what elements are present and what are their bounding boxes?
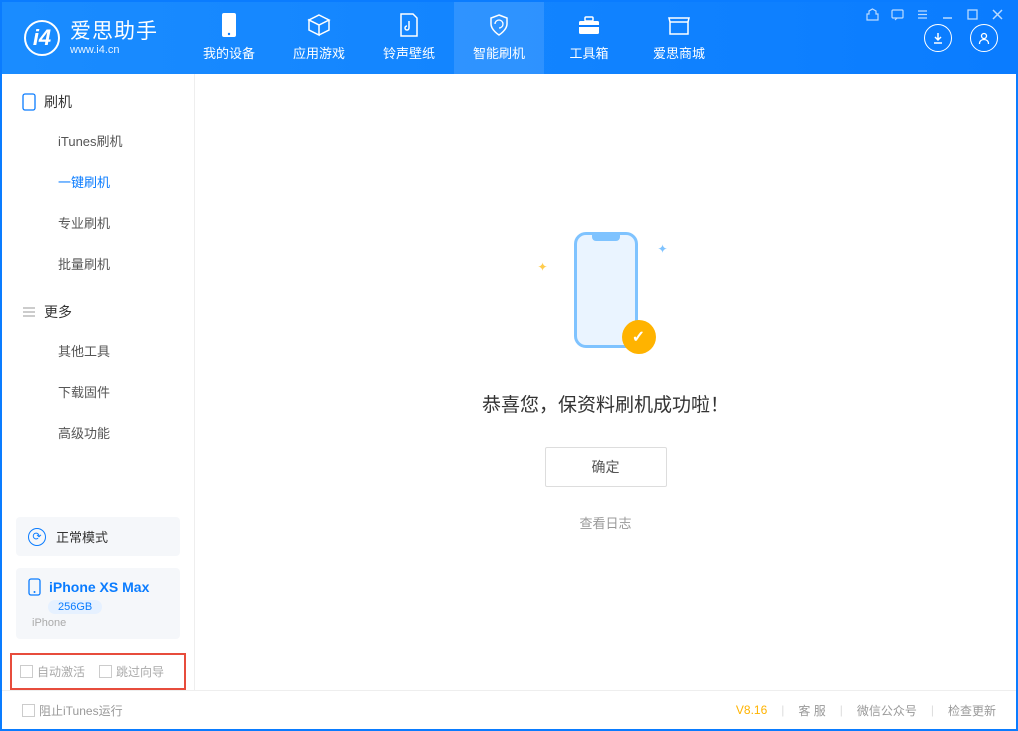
sparkle-icon: ✦ — [538, 260, 548, 274]
sidebar-section-flash: 刷机 — [22, 92, 194, 112]
list-icon — [22, 305, 36, 319]
sidebar-item-download-firmware[interactable]: 下载固件 — [22, 371, 194, 412]
sidebar-section-more: 更多 — [22, 302, 194, 322]
sidebar-item-pro-flash[interactable]: 专业刷机 — [22, 202, 194, 243]
logo-icon: i4 — [24, 20, 60, 56]
menu-icon[interactable] — [916, 8, 929, 24]
device-capacity-badge: 256GB — [48, 600, 102, 614]
nav-smart-flash[interactable]: 智能刷机 — [454, 2, 544, 74]
app-subtitle: www.i4.cn — [70, 44, 158, 56]
window-controls — [866, 8, 1004, 24]
user-button[interactable] — [970, 24, 998, 52]
sidebar-item-other-tools[interactable]: 其他工具 — [22, 330, 194, 371]
phone-icon — [217, 15, 241, 39]
skip-guide-checkbox[interactable]: 跳过向导 — [99, 663, 164, 680]
nav-store[interactable]: 爱思商城 — [634, 2, 724, 74]
ok-button[interactable]: 确定 — [545, 447, 667, 487]
feedback-icon[interactable] — [891, 8, 904, 24]
music-file-icon — [397, 15, 421, 39]
app-title: 爱思助手 — [70, 20, 158, 43]
device-type-label: iPhone — [32, 617, 168, 629]
success-illustration: ✦ ✦ ✓ — [556, 232, 656, 362]
check-badge-icon: ✓ — [622, 320, 656, 354]
version-label: V8.16 — [736, 703, 767, 717]
sidebar-item-batch-flash[interactable]: 批量刷机 — [22, 243, 194, 284]
shield-refresh-icon — [487, 15, 511, 39]
block-itunes-checkbox[interactable]: 阻止iTunes运行 — [22, 702, 123, 719]
device-mode-label: 正常模式 — [56, 527, 108, 546]
footer: 阻止iTunes运行 V8.16 | 客 服 | 微信公众号 | 检查更新 — [2, 690, 1016, 729]
mode-icon: ⟳ — [28, 528, 46, 546]
sparkle-icon: ✦ — [657, 242, 667, 256]
device-mode-box[interactable]: ⟳ 正常模式 — [16, 517, 180, 556]
cube-icon — [307, 15, 331, 39]
view-log-link[interactable]: 查看日志 — [579, 513, 631, 532]
auto-activate-checkbox[interactable]: 自动激活 — [20, 663, 85, 680]
nav-ringtones-wallpapers[interactable]: 铃声壁纸 — [364, 2, 454, 74]
nav-my-device[interactable]: 我的设备 — [184, 2, 274, 74]
device-phone-icon — [28, 578, 41, 596]
device-info-box[interactable]: iPhone XS Max 256GB iPhone — [16, 568, 180, 639]
header: i4 爱思助手 www.i4.cn 我的设备 应用游戏 铃声壁纸 智能刷机 工具… — [2, 2, 1016, 74]
nav-toolbox[interactable]: 工具箱 — [544, 2, 634, 74]
minimize-icon[interactable] — [941, 8, 954, 24]
nav-apps-games[interactable]: 应用游戏 — [274, 2, 364, 74]
success-message: 恭喜您，保资料刷机成功啦！ — [482, 390, 729, 417]
toolbox-icon — [577, 15, 601, 39]
sidebar-item-itunes-flash[interactable]: iTunes刷机 — [22, 120, 194, 161]
footer-link-wechat[interactable]: 微信公众号 — [857, 702, 917, 719]
main-content: ✦ ✦ ✓ 恭喜您，保资料刷机成功啦！ 确定 查看日志 — [195, 74, 1016, 690]
phone-outline-icon — [22, 93, 36, 111]
download-button[interactable] — [924, 24, 952, 52]
footer-link-support[interactable]: 客 服 — [798, 702, 825, 719]
store-icon — [667, 15, 691, 39]
footer-link-update[interactable]: 检查更新 — [948, 702, 996, 719]
app-logo[interactable]: i4 爱思助手 www.i4.cn — [24, 20, 158, 56]
highlighted-options-row: 自动激活 跳过向导 — [10, 653, 186, 690]
sidebar: 刷机 iTunes刷机 一键刷机 专业刷机 批量刷机 更多 其他工具 下载固件 … — [2, 74, 195, 690]
sidebar-item-advanced[interactable]: 高级功能 — [22, 412, 194, 453]
main-nav: 我的设备 应用游戏 铃声壁纸 智能刷机 工具箱 爱思商城 — [184, 2, 724, 74]
theme-icon[interactable] — [866, 8, 879, 24]
close-icon[interactable] — [991, 8, 1004, 24]
maximize-icon[interactable] — [966, 8, 979, 24]
sidebar-item-one-click-flash[interactable]: 一键刷机 — [22, 161, 194, 202]
device-name-label: iPhone XS Max — [49, 579, 149, 595]
